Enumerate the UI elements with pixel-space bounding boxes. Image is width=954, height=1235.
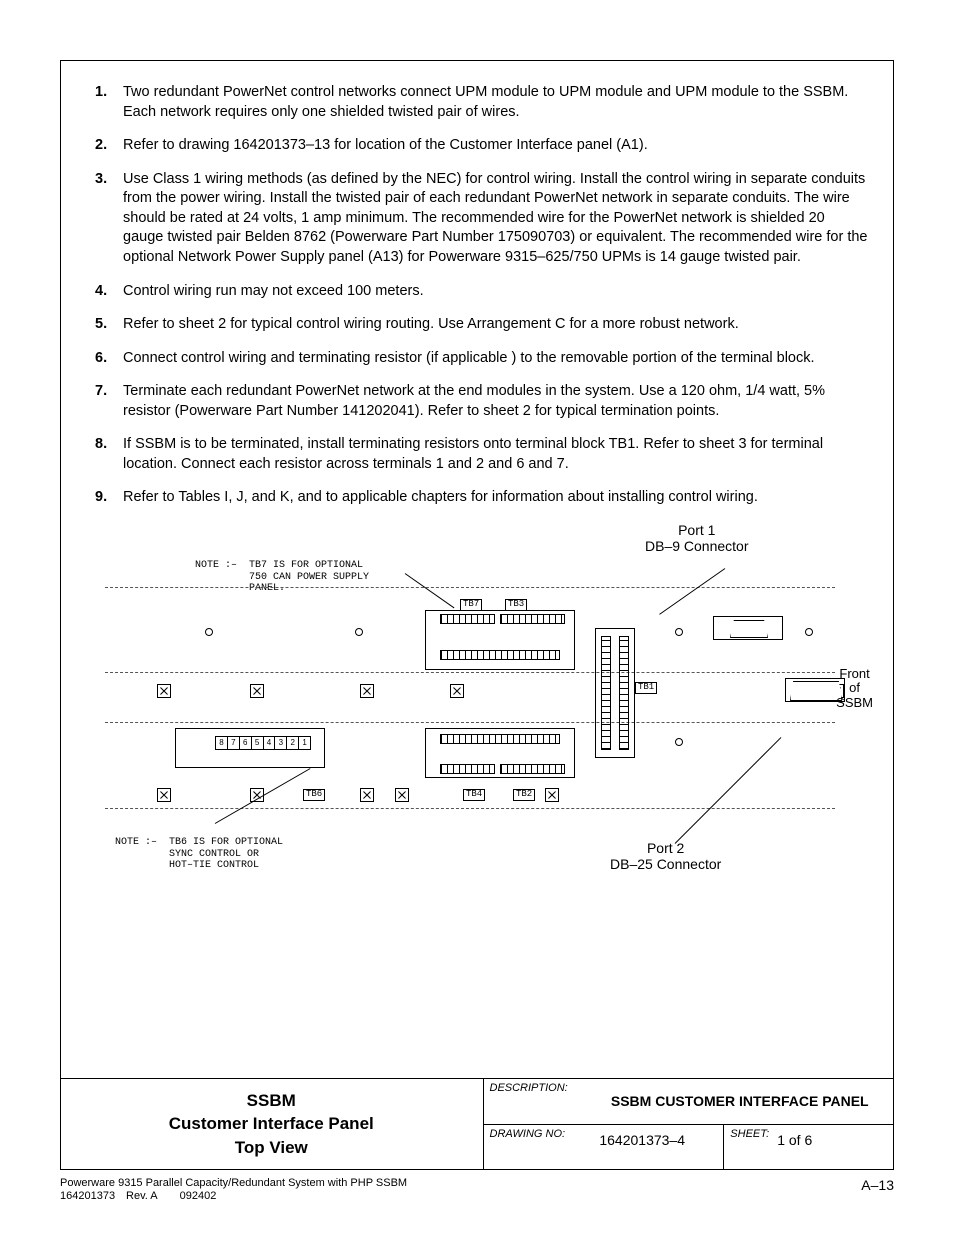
tb-bot-upper (440, 734, 560, 744)
note-7: Terminate each redundant PowerNet networ… (123, 382, 869, 421)
tb6-d5: 5 (252, 737, 264, 749)
page: Two redundant PowerNet control networks … (0, 0, 954, 1235)
screw-icon (250, 684, 264, 698)
leader-tb6 (215, 768, 311, 824)
tb6-d2: 2 (287, 737, 299, 749)
note-2: Refer to drawing 164201373–13 for locati… (123, 136, 869, 156)
tb6-d7: 7 (228, 737, 240, 749)
front-l2: of (836, 681, 873, 695)
dash-mid-upper (105, 672, 835, 673)
title-right: DESCRIPTION: SSBM CUSTOMER INTERFACE PAN… (484, 1079, 895, 1170)
tb6-d4: 4 (264, 737, 276, 749)
sheet-value: 1 of 6 (771, 1127, 812, 1150)
leader-port1 (659, 568, 725, 615)
port2-title: Port 2 (610, 840, 721, 856)
sheet-cell: SHEET: 1 of 6 (723, 1125, 894, 1170)
leader-port2 (675, 737, 782, 844)
tb6-d8: 8 (216, 737, 228, 749)
footer-left: Powerware 9315 Parallel Capacity/Redunda… (60, 1177, 407, 1203)
drawing-no-label: DRAWING NO: (490, 1127, 566, 1142)
tb-mid-strip (440, 650, 560, 660)
hole-icon (205, 628, 213, 636)
tb7-label: TB7 (460, 599, 482, 611)
tb3-label: TB3 (505, 599, 527, 611)
db9-connector-icon (730, 620, 768, 638)
note-1: Two redundant PowerNet control networks … (123, 83, 869, 122)
db25-connector-icon (790, 681, 842, 701)
notes-list: Two redundant PowerNet control networks … (85, 83, 869, 508)
drawing-no-value: 164201373–4 (567, 1127, 717, 1150)
tb2-label: TB2 (513, 789, 535, 801)
drawing-no-cell: DRAWING NO: 164201373–4 (484, 1125, 724, 1170)
note-4: Control wiring run may not exceed 100 me… (123, 282, 869, 302)
tb3-strip (500, 614, 565, 624)
tb1-strip-b (619, 636, 629, 750)
footer-page-no: A–13 (861, 1177, 894, 1203)
screw-icon (360, 788, 374, 802)
tb1-label: TB1 (635, 682, 657, 694)
port1-title: Port 1 (645, 522, 749, 538)
hole-icon (675, 628, 683, 636)
description-value: SSBM CUSTOMER INTERFACE PANEL (586, 1079, 895, 1124)
title-left-text: SSBM Customer Interface Panel Top View (169, 1089, 374, 1160)
footer-line1: Powerware 9315 Parallel Capacity/Redunda… (60, 1177, 407, 1190)
screw-icon (157, 684, 171, 698)
screw-icon (157, 788, 171, 802)
hole-icon (805, 628, 813, 636)
tb6-d3: 3 (275, 737, 287, 749)
note-9: Refer to Tables I, J, and K, and to appl… (123, 488, 869, 508)
note-6: Connect control wiring and terminating r… (123, 349, 869, 369)
diagram-area: Port 1 DB–9 Connector NOTE :– TB7 IS FOR… (85, 522, 869, 922)
description-label: DESCRIPTION: (484, 1079, 586, 1124)
callout-note-tb6: NOTE :– TB6 IS FOR OPTIONAL SYNC CONTROL… (115, 837, 283, 872)
tb1-strip-a (601, 636, 611, 750)
tb4-strip (440, 764, 495, 774)
screw-icon (545, 788, 559, 802)
tb6-cells: 8 7 6 5 4 3 2 1 (215, 736, 311, 750)
leader-tb7 (405, 573, 455, 608)
description-row: DESCRIPTION: SSBM CUSTOMER INTERFACE PAN… (484, 1079, 895, 1125)
drawing-frame: Two redundant PowerNet control networks … (60, 60, 894, 1170)
tb6-d6: 6 (240, 737, 252, 749)
tb2-strip (500, 764, 565, 774)
port2-sub: DB–25 Connector (610, 856, 721, 872)
page-footer: Powerware 9315 Parallel Capacity/Redunda… (60, 1177, 894, 1203)
dash-mid-lower (105, 722, 835, 723)
screw-icon (360, 684, 374, 698)
front-of-ssbm-label: Front of SSBM (836, 667, 873, 710)
schematic-panel: 8 7 6 5 4 3 2 1 (105, 587, 835, 809)
screw-icon (450, 684, 464, 698)
front-l3: SSBM (836, 696, 873, 710)
note-5: Refer to sheet 2 for typical control wir… (123, 315, 869, 335)
hole-icon (675, 738, 683, 746)
tb6-d1: 1 (299, 737, 310, 749)
screw-icon (395, 788, 409, 802)
tb6-label: TB6 (303, 789, 325, 801)
note-8: If SSBM is to be terminated, install ter… (123, 435, 869, 474)
note-3: Use Class 1 wiring methods (as defined b… (123, 170, 869, 268)
title-left: SSBM Customer Interface Panel Top View (60, 1079, 484, 1170)
sheet-label: SHEET: (730, 1127, 769, 1142)
tb4-label: TB4 (463, 789, 485, 801)
front-l1: Front (836, 667, 873, 681)
title-block: SSBM Customer Interface Panel Top View D… (60, 1078, 894, 1170)
callout-port1: Port 1 DB–9 Connector (645, 522, 749, 554)
callout-port2: Port 2 DB–25 Connector (610, 840, 721, 872)
port1-sub: DB–9 Connector (645, 538, 749, 554)
hole-icon (355, 628, 363, 636)
drawing-row: DRAWING NO: 164201373–4 SHEET: 1 of 6 (484, 1125, 895, 1170)
footer-line2: 164201373 Rev. A 092402 (60, 1190, 407, 1203)
tb7-strip (440, 614, 495, 624)
